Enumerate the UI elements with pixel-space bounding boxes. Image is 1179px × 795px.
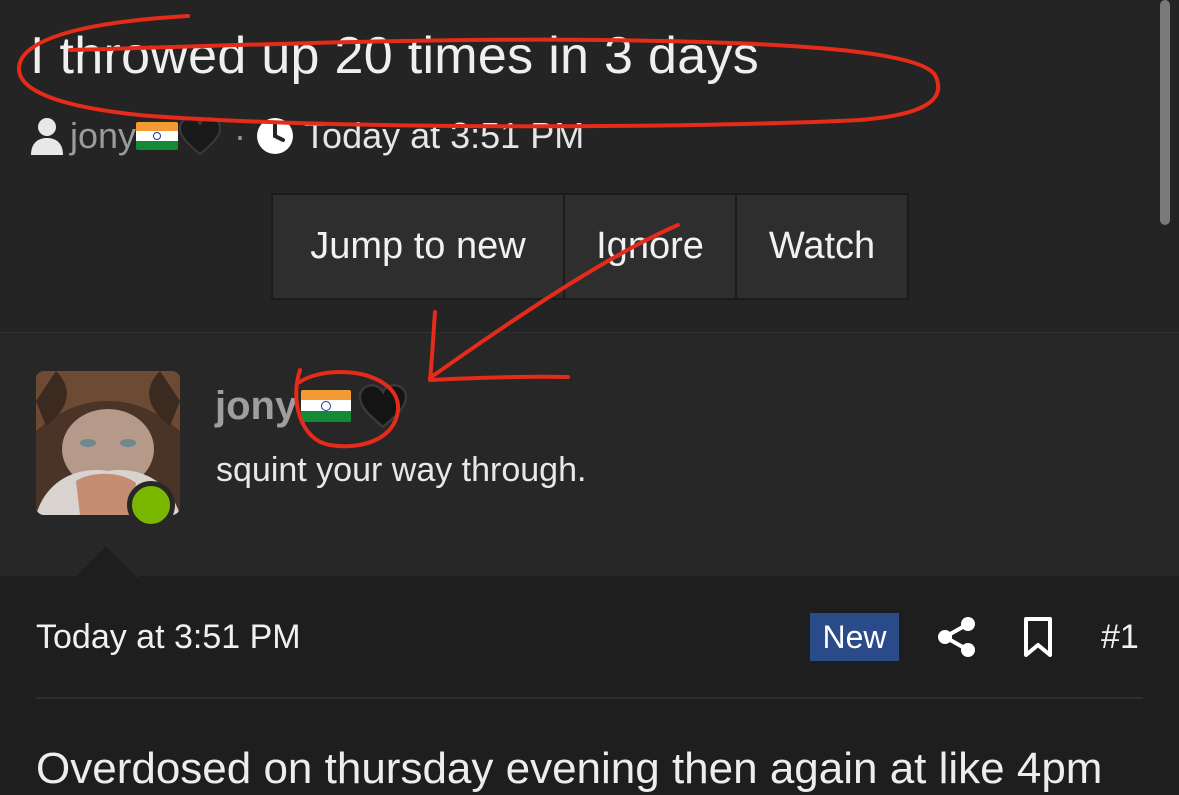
thread-title: I throwed up 20 times in 3 days: [30, 27, 760, 85]
post-username-row: jony: [215, 383, 409, 429]
online-status-indicator: [127, 481, 175, 529]
black-heart-icon: [179, 116, 222, 156]
post-body: Overdosed on thursday evening then again…: [36, 744, 1103, 793]
user-title: squint your way through.: [216, 451, 587, 489]
watch-button[interactable]: Watch: [735, 195, 907, 298]
share-icon[interactable]: [936, 616, 978, 658]
message-tail-inner: [75, 546, 137, 577]
post-username[interactable]: jony: [215, 384, 297, 429]
thread-meta: jony · Today at 3:51 PM: [30, 114, 584, 158]
post: Today at 3:51 PM New #1 Overdosed on thu…: [0, 576, 1179, 795]
post-date[interactable]: Today at 3:51 PM: [36, 618, 301, 657]
post-user-block: jony squint your way through.: [0, 332, 1179, 577]
ignore-button[interactable]: Ignore: [563, 195, 735, 298]
clock-icon: [257, 118, 294, 154]
scrollbar[interactable]: [1160, 0, 1170, 225]
jump-to-new-button[interactable]: Jump to new: [273, 195, 563, 298]
india-flag-icon: [136, 122, 179, 150]
thread-actions: Jump to new Ignore Watch: [271, 193, 909, 300]
post-divider: [36, 697, 1143, 699]
black-heart-icon: [359, 384, 408, 429]
user-icon: [31, 118, 63, 155]
bookmark-icon[interactable]: [1022, 616, 1054, 658]
new-badge: New: [810, 613, 899, 661]
thread-header: I throwed up 20 times in 3 days jony · T…: [0, 0, 1179, 332]
india-flag-icon: [301, 389, 352, 423]
thread-author[interactable]: jony: [70, 115, 136, 157]
post-number[interactable]: #1: [1101, 618, 1139, 657]
thread-date[interactable]: Today at 3:51 PM: [304, 115, 584, 157]
meta-separator: ·: [234, 115, 247, 156]
